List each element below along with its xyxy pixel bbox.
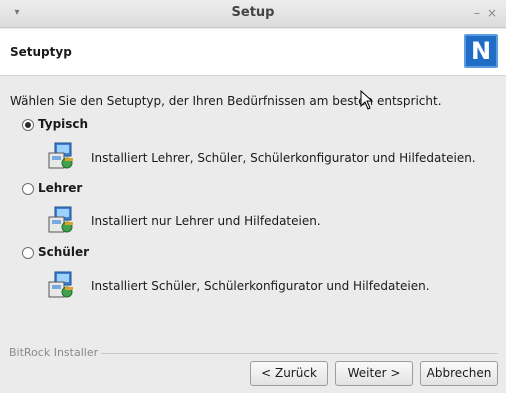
setup-type-panel: Wählen Sie den Setuptyp, der Ihren Bedür… [0, 77, 506, 339]
app-logo: N [464, 34, 498, 68]
intro-text: Wählen Sie den Setuptyp, der Ihren Bedür… [10, 94, 442, 108]
setup-window: ▾ Setup – × Setuptyp N Wählen Sie den Se… [0, 0, 506, 393]
window-title: Setup [231, 5, 275, 20]
option-description: Installiert Lehrer, Schüler, Schülerkonf… [91, 151, 476, 165]
installer-package-icon [48, 142, 73, 169]
installer-package-icon [48, 206, 73, 233]
option-label[interactable]: Lehrer [38, 181, 82, 195]
option-label[interactable]: Typisch [38, 117, 88, 131]
button-bar: BitRock Installer < Zurück Weiter > Abbr… [0, 339, 506, 393]
option-label[interactable]: Schüler [38, 245, 89, 259]
installer-brand-label: BitRock Installer [9, 346, 102, 359]
option-description: Installiert Schüler, Schülerkonfigurator… [91, 279, 430, 293]
installer-package-icon [48, 271, 73, 298]
minimize-icon[interactable]: – [474, 6, 480, 20]
close-icon[interactable]: × [487, 6, 497, 20]
option-description: Installiert nur Lehrer und Hilfedateien. [91, 214, 321, 228]
radio-lehrer[interactable] [22, 183, 34, 195]
page-title: Setuptyp [10, 45, 72, 59]
title-bar: ▾ Setup – × [0, 0, 506, 28]
mouse-cursor-icon [360, 90, 374, 110]
next-button[interactable]: Weiter > [335, 361, 413, 386]
page-header: Setuptyp N [0, 29, 506, 76]
radio-schueler[interactable] [22, 247, 34, 259]
back-button[interactable]: < Zurück [250, 361, 328, 386]
radio-typisch[interactable] [22, 119, 34, 131]
cancel-button[interactable]: Abbrechen [420, 361, 498, 386]
